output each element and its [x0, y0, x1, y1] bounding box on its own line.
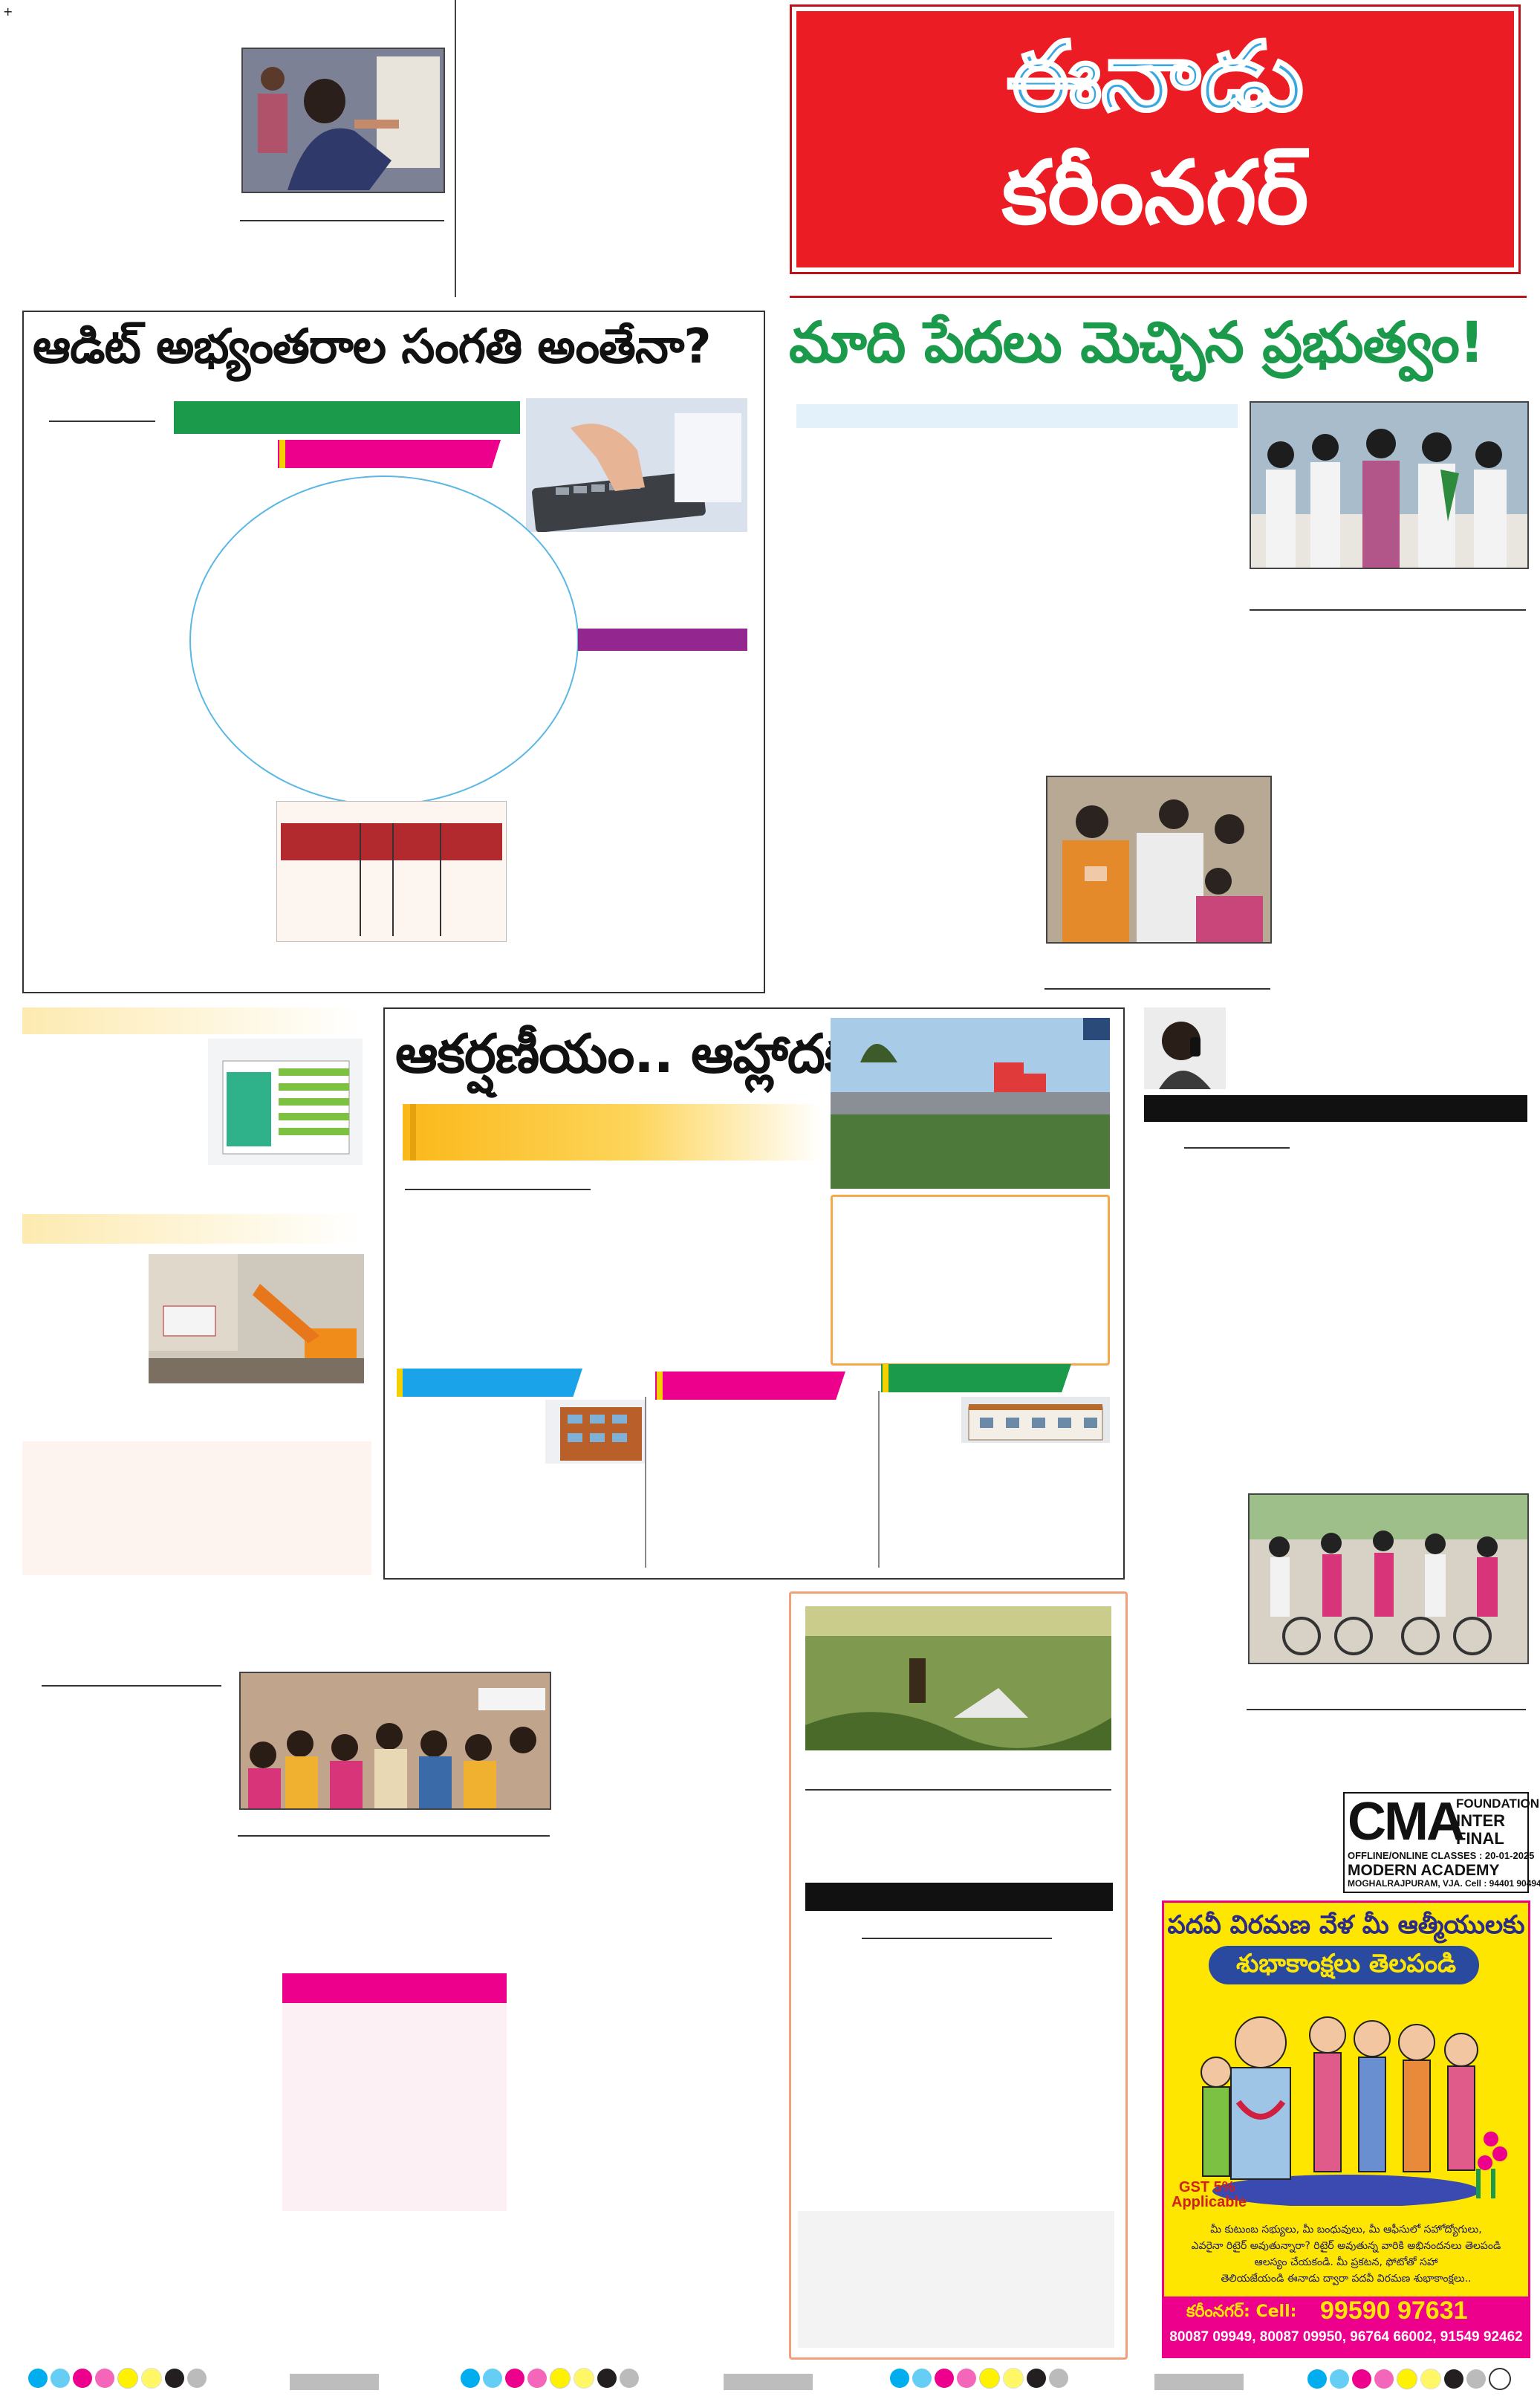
ad-cma-academy: MODERN ACADEMY: [1348, 1862, 1500, 1879]
lower-left-rule: [42, 1685, 221, 1687]
sub-column-rule-1: [645, 1397, 646, 1568]
photo-calculator: [526, 398, 747, 532]
box-magenta-panel: [282, 2003, 507, 2211]
sub-bar-green-tab: [883, 1364, 888, 1392]
field-byline-rule: [862, 1938, 1052, 1939]
audit-headline: ఆడిట్ అభ్యంతరాల సంగతి అంతేనా?: [33, 319, 711, 374]
photo-leaders-group: [1250, 401, 1529, 569]
audit-table-col-2: [392, 823, 394, 936]
audit-table-panel: [276, 801, 507, 942]
ad-retirement-phones-other: 80087 09949, 80087 09950, 96764 66002, 9…: [1169, 2329, 1523, 2345]
audit-table-col-1: [360, 823, 361, 936]
color-swatches-1: [28, 2368, 209, 2398]
ad-cma-brand: CMA: [1348, 1792, 1465, 1851]
photo-demolition: [149, 1254, 364, 1383]
phone-brief-rule: [1184, 1147, 1290, 1149]
attractive-callout-box: [831, 1195, 1110, 1366]
ad-retirement-headline-1: పదవీ విరమణ వేళ మీ ఆత్మీయులకు: [1167, 1910, 1525, 1940]
sub-bar-green: [881, 1364, 1071, 1392]
ad-cma-classes: OFFLINE/ONLINE CLASSES : 20-01-2025: [1348, 1850, 1535, 1861]
audit-circle-graphic: [189, 475, 579, 805]
photo-building-1: [545, 1400, 645, 1464]
audit-purple-bar: [578, 629, 747, 651]
photo-building-2: [961, 1397, 1110, 1443]
sub-column-rule-2: [878, 1391, 880, 1568]
lead-photo2-rule: [1044, 988, 1270, 990]
ad-retirement: పదవీ విరమణ వేళ మీ ఆత్మీయులకు శుభాకాంక్షల…: [1162, 1900, 1530, 2358]
photo-kiosk: [208, 1039, 363, 1165]
field-photo-rule: [805, 1789, 1111, 1791]
lead-photo-rule: [1250, 609, 1526, 611]
crop-mark-top-left: +: [3, 4, 13, 19]
caption-rule: [240, 220, 444, 221]
color-swatches-2: [461, 2368, 642, 2398]
photo-field-culvert: [805, 1606, 1111, 1750]
audit-table-header: [281, 823, 502, 860]
color-swatches-3: [890, 2368, 1071, 2398]
audit-table-col-3: [440, 823, 441, 936]
edition-name: కరీంనగర్: [1001, 141, 1309, 244]
ad-cma-address: MOGHALRAJPURAM, VJA. Cell : 94401 90494: [1348, 1878, 1540, 1889]
field-panel-grey: [798, 2211, 1114, 2348]
ad-retirement-illustration: [1201, 2016, 1507, 2206]
ad-retirement-headline-2: శుభాకాంక్షలు తెలపండి: [1235, 1949, 1457, 1979]
masthead-rule: [790, 296, 1527, 298]
ad-cma-level-1: FOUNDATION: [1456, 1796, 1540, 1811]
sub-bar-magenta: [655, 1372, 845, 1400]
photo-man-on-phone: [1144, 1007, 1226, 1089]
photo-protest-crowd: [239, 1672, 551, 1810]
color-swatches-4: [1307, 2368, 1514, 2398]
paper-name-logo: ఈనాడు: [1006, 21, 1305, 134]
attractive-yellow-bar: [403, 1104, 822, 1161]
ad-retirement-phone-main: 99590 97631: [1320, 2296, 1468, 2325]
ad-cma: CMA FOUNDATION INTER FINAL OFFLINE/ONLIN…: [1343, 1792, 1540, 1893]
ad-retirement-body-1: మీ కుటుంబ సభ్యులు, మీ బంధువులు, మీ ఆఫీసు…: [1210, 2224, 1482, 2236]
cycles-photo-rule: [1247, 1709, 1526, 1710]
audit-green-bar: [174, 401, 520, 434]
audit-magenta-bar: [278, 440, 501, 468]
sub-bar-cyan-tab: [397, 1369, 403, 1397]
ad-retirement-phone-label: కరీంనగర్: Cell:: [1186, 2302, 1297, 2321]
audit-magenta-tab: [279, 440, 285, 468]
field-black-bar: [805, 1883, 1113, 1911]
phone-brief-black-bar: [1144, 1095, 1527, 1122]
column-rule: [455, 0, 456, 297]
ad-cma-level-2: INTER: [1456, 1811, 1505, 1830]
ad-retirement-body-2: ఎవరైనా రిటైర్ అవుతున్నారా? రిటైర్ అవుతున…: [1191, 2240, 1501, 2252]
lead-headline: మాది పేదలు మెచ్చిన ప్రభుత్వం!: [789, 309, 1485, 375]
sub-bar-magenta-tab: [657, 1372, 663, 1400]
attractive-yellow-tab: [410, 1104, 416, 1161]
brief-panel-pink: [22, 1441, 371, 1575]
gray-bar-1: [290, 2374, 379, 2390]
protest-photo-rule: [238, 1835, 550, 1837]
gray-bar-2: [724, 2374, 813, 2390]
brief-2-highlight: [22, 1214, 361, 1244]
sub-bar-cyan: [397, 1369, 582, 1397]
audit-byline-rule: [49, 421, 155, 422]
ad-cma-level-3: FINAL: [1456, 1829, 1504, 1848]
lead-highlight-bar: [796, 404, 1238, 428]
ad-retirement-gst-note: Applicable: [1172, 2194, 1247, 2210]
ad-retirement-body-3: ఆలస్యం చేయకండి. మీ ప్రకటన, ఫోటోతో సహా: [1254, 2256, 1438, 2268]
gray-bar-3: [1154, 2374, 1244, 2390]
photo-woman-writing: [241, 48, 445, 193]
box-magenta-header: [282, 1973, 507, 2003]
brief-1-highlight: [22, 1007, 361, 1034]
attractive-byline-rule: [405, 1189, 591, 1190]
masthead-box: ఈనాడు కరీంనగర్: [790, 4, 1521, 274]
ad-retirement-body-4: తెలియజేయండి ఈనాడు ద్వారా పదవీ విరమణ శుభా…: [1221, 2273, 1472, 2285]
photo-students-bicycles: [1248, 1493, 1529, 1664]
photo-park: [831, 1018, 1110, 1189]
photo-leader-with-women: [1046, 776, 1272, 944]
